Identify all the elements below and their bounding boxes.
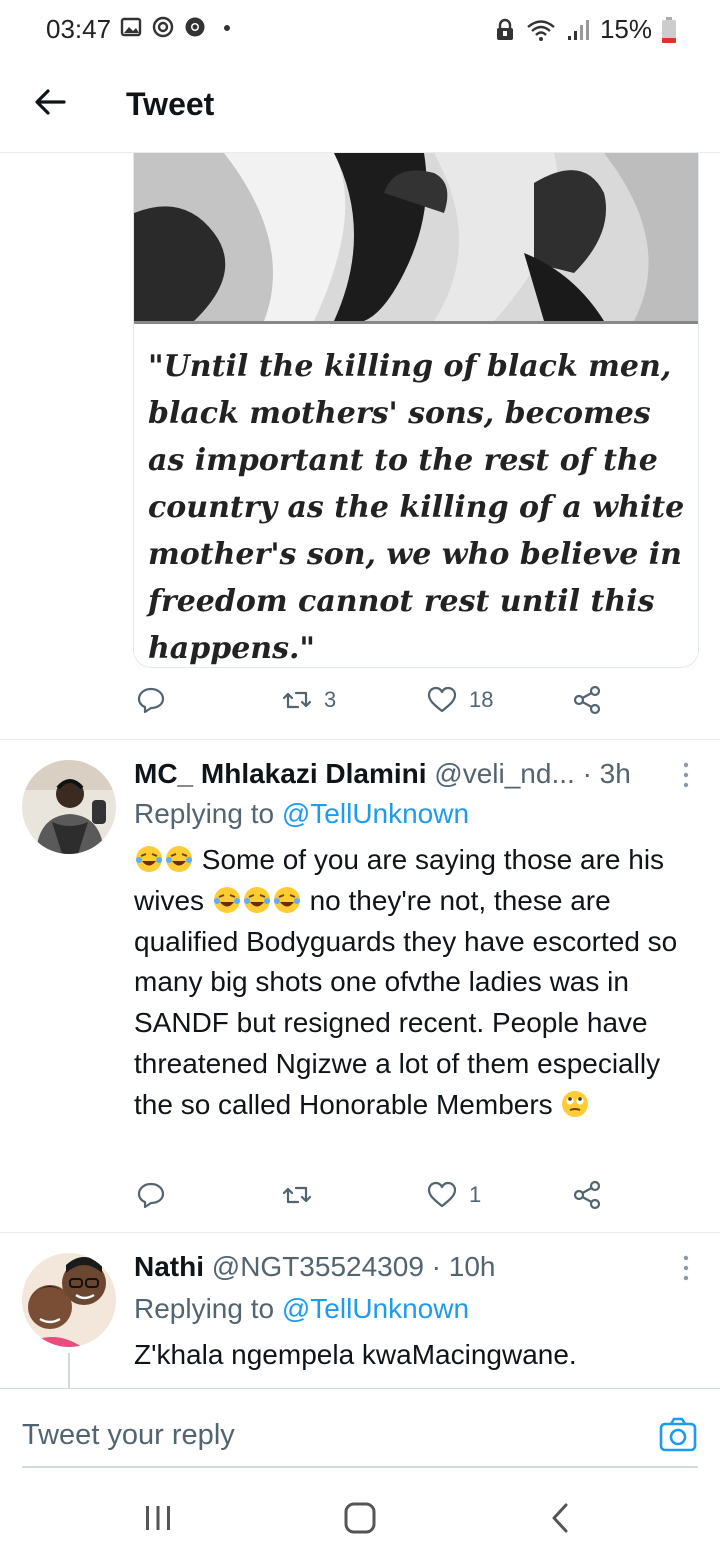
media-photo [134,153,698,321]
laughing-emoji-icon [273,886,300,913]
like-count: 18 [469,687,494,712]
share-icon [573,685,601,715]
replying-to-mention[interactable]: @TellUnknown [282,1293,469,1324]
retweet-icon [282,691,312,709]
arrow-left-icon[interactable] [30,82,70,122]
laughing-emoji-icon [213,886,240,913]
wifi-icon [527,19,555,41]
like-button[interactable]: 18 [427,685,493,715]
more-options-icon[interactable] [680,760,692,790]
reply-header: Nathi @NGT35524309 · 10h [134,1251,496,1283]
page-title: Tweet [126,86,215,122]
status-icons-left [120,16,238,38]
reply-author-name[interactable]: Nathi [134,1251,204,1282]
back-nav-icon[interactable] [540,1500,580,1536]
share-button[interactable] [572,685,602,715]
laughing-emoji-icon [243,886,270,913]
reply-icon [137,687,165,714]
reply-text: Z'khala ngempela kwaMacingwane. [134,1339,577,1370]
reply-button[interactable] [136,1180,166,1210]
reply-timestamp: · 3h [582,758,631,789]
dot-icon [224,25,230,31]
system-nav-bar [0,1470,720,1560]
reply-text-part2: no they're not, these are qualified Body… [134,884,678,1120]
status-bar: 03:47 15% [0,0,720,60]
reply-timestamp: · 10h [431,1251,496,1282]
reply-author-handle[interactable]: @NGT35524309 [212,1251,424,1282]
battery-percent: 15% [599,14,652,44]
laughing-emoji-icon [136,846,162,872]
replying-to: Replying to @TellUnknown [134,1293,469,1325]
chrome-icon [185,17,205,37]
status-icons-right: 15% [494,14,676,45]
retweet-button[interactable] [282,1180,324,1210]
reply-input[interactable]: Tweet your reply [22,1419,235,1452]
like-count: 1 [469,1182,482,1207]
tweet-media-card[interactable]: "Until the killing of black men, black m… [133,153,699,668]
media-divider [134,321,698,324]
app-header: Tweet [0,60,720,153]
reply-author-name[interactable]: MC_ Mhlakazi Dlamini [134,758,427,789]
laughing-emoji-icon [166,846,192,872]
share-icon [573,1180,601,1210]
recents-icon[interactable] [138,1500,178,1536]
avatar[interactable] [22,1253,116,1347]
replying-to-label: Replying to [134,798,275,829]
heart-icon [427,686,457,713]
thread-line [68,1353,70,1388]
cast-icon [152,16,174,38]
heart-icon [427,1181,457,1208]
rolling-eyes-emoji-icon [562,1090,589,1117]
battery-icon [662,16,676,43]
media-quote-text: "Until the killing of black men, black m… [148,349,685,666]
reply-button[interactable] [136,685,178,715]
tweet-action-bar: 3 18 [0,685,720,725]
retweet-icon [282,1186,312,1204]
retweet-button[interactable]: 3 [282,685,336,715]
lock-icon [496,18,513,40]
replying-to: Replying to @TellUnknown [134,798,469,830]
like-button[interactable]: 1 [427,1180,481,1210]
reply-tweet[interactable]: MC_ Mhlakazi Dlamini @veli_nd... · 3h Re… [0,740,720,1232]
camera-icon[interactable] [658,1415,698,1455]
replying-to-label: Replying to [134,1293,275,1324]
reply-action-bar: 1 [0,1180,720,1220]
retweet-count: 3 [324,687,337,712]
reply-tweet[interactable]: Nathi @NGT35524309 · 10h Replying to @Te… [0,1233,720,1388]
reply-header: MC_ Mhlakazi Dlamini @veli_nd... · 3h [134,758,631,790]
composer-underline [22,1466,698,1468]
reply-author-handle[interactable]: @veli_nd... [434,758,575,789]
replying-to-mention[interactable]: @TellUnknown [282,798,469,829]
reply-composer: Tweet your reply [0,1388,720,1468]
reply-icon [137,1182,165,1209]
share-button[interactable] [572,1180,602,1210]
signal-icon [567,19,589,40]
gallery-icon [120,17,142,37]
status-time: 03:47 [46,14,112,44]
reply-text: Some of you are saying those are his wiv… [134,840,700,1126]
home-icon[interactable] [340,1500,380,1536]
more-options-icon[interactable] [680,1253,692,1283]
avatar[interactable] [22,760,116,854]
